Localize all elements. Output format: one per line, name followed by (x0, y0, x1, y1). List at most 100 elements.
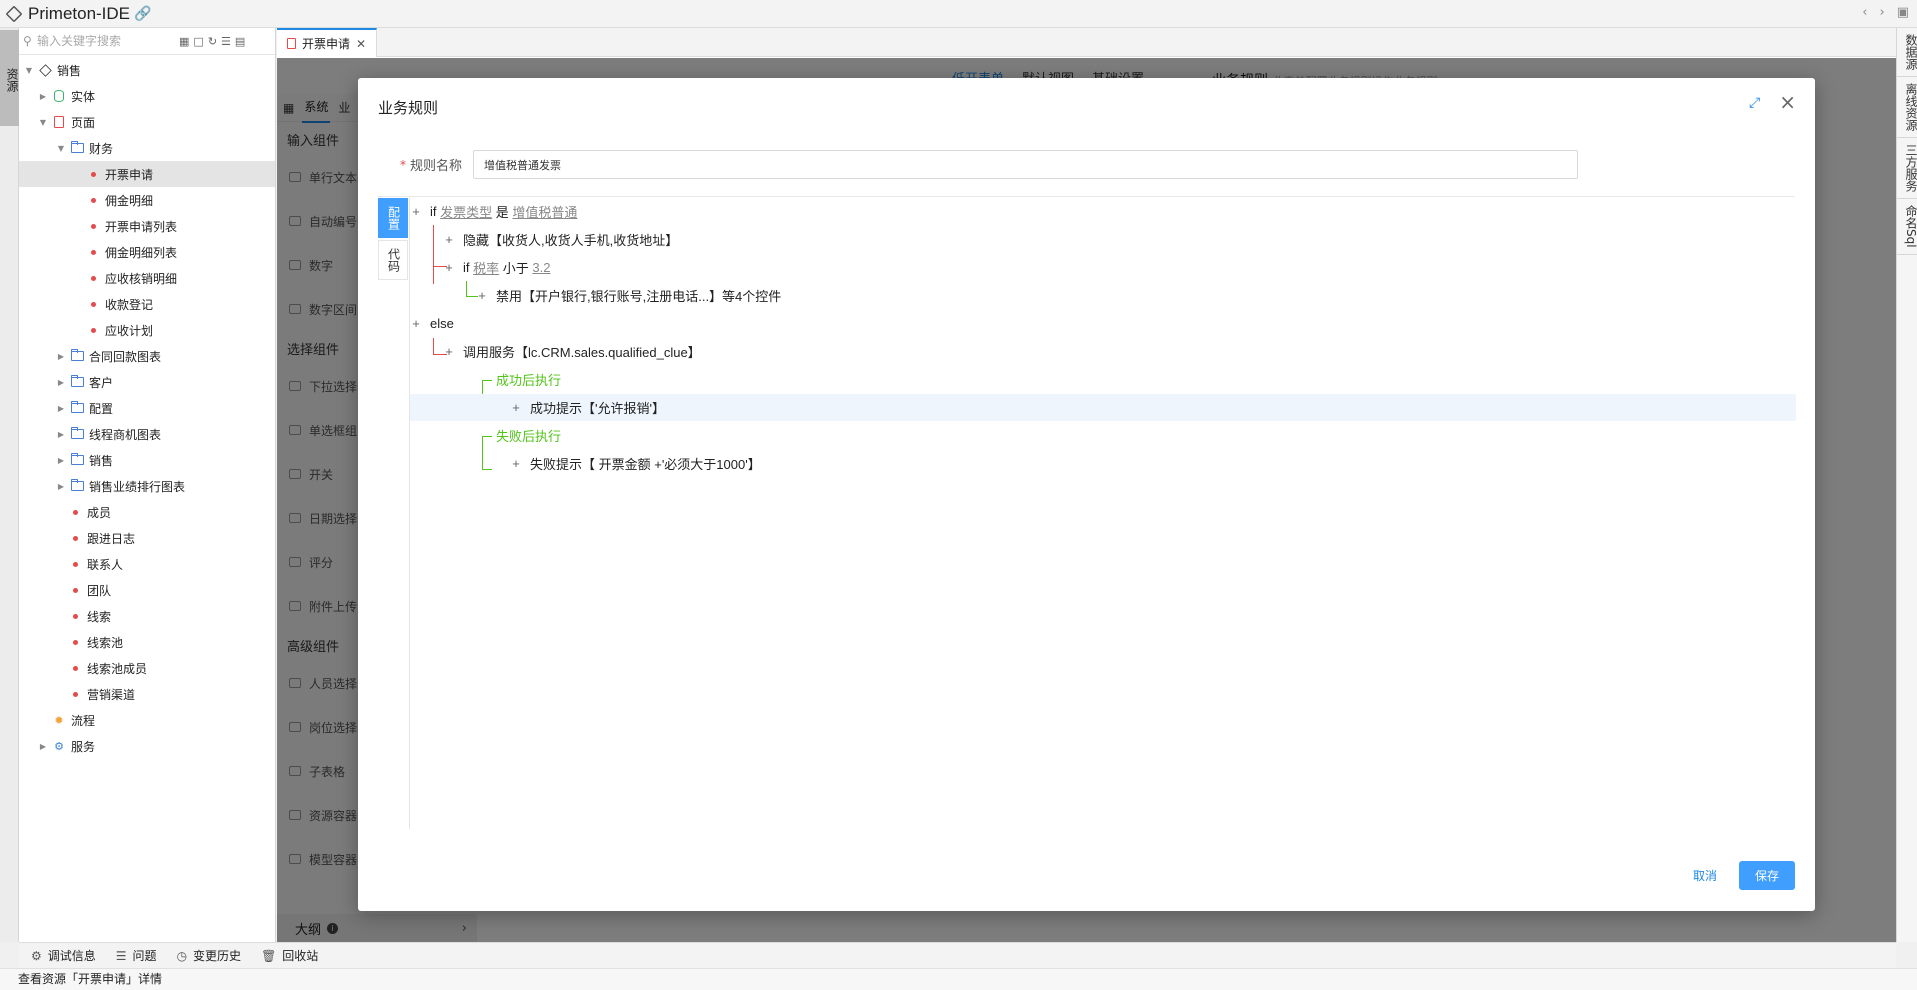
tree-node-page-item[interactable]: 联系人 (19, 551, 275, 577)
rule-if-line[interactable]: + if 税率 小于 3.2 (410, 254, 1796, 281)
tree-node-page-item[interactable]: 开票申请列表 (19, 213, 275, 239)
tree-node-entity[interactable]: ▶ 实体 (19, 83, 275, 109)
condition-value[interactable]: 增值税普通 (512, 202, 577, 221)
expanded-arrow-icon[interactable]: ▼ (37, 118, 49, 127)
collapsed-arrow-icon[interactable]: ▶ (55, 404, 67, 413)
condition-field[interactable]: 发票类型 (440, 202, 492, 221)
close-tab-icon[interactable]: ✕ (356, 37, 366, 51)
tree-node-label: 应收核销明细 (105, 271, 178, 286)
flow-icon: ✹ (54, 713, 64, 727)
folder-icon (70, 375, 84, 388)
tree-node-label: 团队 (87, 583, 112, 598)
add-icon[interactable]: + (510, 456, 522, 471)
keyword-else: else (430, 316, 454, 331)
tree-node-pages[interactable]: ▼ 页面 (19, 109, 275, 135)
tab-config[interactable]: 配置 (378, 198, 408, 238)
bottom-tab-problems[interactable]: ☰ 问题 (116, 947, 157, 964)
collapsed-arrow-icon[interactable]: ▶ (55, 482, 67, 491)
ai-icon[interactable]: ▦ (179, 35, 189, 48)
cube-icon[interactable]: □ (193, 35, 203, 48)
rule-action-line[interactable]: + 调用服务【lc.CRM.sales.qualified_clue】 (410, 338, 1796, 365)
add-icon[interactable]: + (443, 344, 455, 359)
tree-node-page-item[interactable]: 团队 (19, 577, 275, 603)
bottom-tab-recycle[interactable]: 🗑 回收站 (261, 947, 318, 964)
tree-node-folder[interactable]: ▶ 销售 (19, 447, 275, 473)
collapsed-arrow-icon[interactable]: ▶ (55, 352, 67, 361)
tree-node-page-item[interactable]: 开票申请 (19, 161, 275, 187)
refresh-icon[interactable]: ↻ (208, 35, 217, 48)
tree-node-page-item[interactable]: 应收计划 (19, 317, 275, 343)
expanded-arrow-icon[interactable]: ▼ (23, 66, 35, 75)
right-tab-offline[interactable]: 离线资源 (1897, 77, 1917, 138)
add-icon[interactable]: + (476, 288, 488, 303)
add-icon[interactable]: + (410, 204, 422, 219)
tree-node-page-item[interactable]: 收款登记 (19, 291, 275, 317)
rule-action-line[interactable]: + 失败提示【 开票金额 +'必须大于1000'】 (410, 450, 1796, 477)
collapsed-arrow-icon[interactable]: ▶ (55, 430, 67, 439)
rule-action-line[interactable]: + 成功提示【'允许报销'】 (410, 394, 1796, 421)
on-success-label: 成功后执行 (496, 373, 562, 388)
right-tab-thirdparty[interactable]: 三方服务 (1897, 138, 1917, 199)
tree-node-folder[interactable]: ▶ 合同回款图表 (19, 343, 275, 369)
tree-node-label: 跟进日志 (87, 531, 136, 546)
tree-node-finance[interactable]: ▼ 财务 (19, 135, 275, 161)
close-icon[interactable]: × (1779, 92, 1796, 112)
list-icon: ☰ (115, 948, 127, 963)
add-icon[interactable]: + (443, 260, 455, 275)
condition-field[interactable]: 税率 (473, 258, 499, 277)
resource-vertical-tab[interactable]: 资源 (0, 30, 19, 126)
tab-code[interactable]: 代码 (378, 240, 408, 280)
tree-node-page-item[interactable]: 佣金明细 (19, 187, 275, 213)
add-icon[interactable]: + (443, 232, 455, 247)
collapsed-arrow-icon[interactable]: ▶ (37, 92, 49, 101)
expanded-arrow-icon[interactable]: ▼ (55, 144, 67, 153)
collapsed-arrow-icon[interactable]: ▶ (55, 456, 67, 465)
right-tab-datasource[interactable]: 数据源 (1897, 28, 1917, 77)
tree-search-input[interactable] (37, 34, 177, 48)
page-dot-icon (73, 691, 78, 697)
rule-if-line[interactable]: + if 发票类型 是 增值税普通 (410, 198, 1796, 225)
tree-node-folder[interactable]: ▶ 客户 (19, 369, 275, 395)
tree-node-page-item[interactable]: 线索 (19, 603, 275, 629)
tree-node-label: 财务 (89, 141, 114, 156)
tree-node-page-item[interactable]: 应收核销明细 (19, 265, 275, 291)
tree-node-service[interactable]: ▶ ⚙ 服务 (19, 733, 275, 759)
rule-action-line[interactable]: + 禁用【开户银行,银行账号,注册电话...】等4个控件 (410, 282, 1796, 309)
rule-else-line[interactable]: + else (410, 310, 1796, 337)
cancel-button[interactable]: 取消 (1680, 861, 1730, 890)
tree-node-folder[interactable]: ▶ 销售业绩排行图表 (19, 473, 275, 499)
tree-node-page-item[interactable]: 成员 (19, 499, 275, 525)
list-icon[interactable]: ☰ (221, 35, 231, 48)
tree-node-page-item[interactable]: 线索池成员 (19, 655, 275, 681)
tree-node-root[interactable]: ▼ 销售 (19, 57, 275, 83)
forward-icon[interactable]: › (1880, 5, 1885, 20)
link-icon[interactable]: 🔗 (134, 6, 151, 22)
save-button[interactable]: 保存 (1739, 861, 1795, 890)
collapse-icon[interactable]: ▤ (235, 35, 245, 48)
fullscreen-icon[interactable]: ⤢ (1749, 96, 1763, 110)
condition-value[interactable]: 3.2 (532, 260, 550, 275)
right-tab-named-sql[interactable]: 命名Sql (1897, 199, 1917, 255)
bottom-tab-history[interactable]: ◷ 变更历史 (177, 947, 242, 964)
clock-icon: ◷ (176, 948, 188, 963)
tree-node-flow[interactable]: ✹ 流程 (19, 707, 275, 733)
tree-node-page-item[interactable]: 跟进日志 (19, 525, 275, 551)
bottom-tab-debug[interactable]: ⚙ 调试信息 (31, 947, 96, 964)
save-window-icon[interactable]: ▣ (1897, 5, 1909, 20)
condition-operator: 小于 (502, 261, 529, 276)
editor-tab[interactable]: 开票申请 ✕ (277, 28, 378, 57)
rule-action-line[interactable]: + 隐藏【收货人,收货人手机,收货地址】 (410, 226, 1796, 253)
add-icon[interactable]: + (410, 316, 422, 331)
tree-node-page-item[interactable]: 佣金明细列表 (19, 239, 275, 265)
collapsed-arrow-icon[interactable]: ▶ (55, 378, 67, 387)
tree-node-folder[interactable]: ▶ 配置 (19, 395, 275, 421)
tree-node-folder[interactable]: ▶ 线程商机图表 (19, 421, 275, 447)
add-icon[interactable]: + (510, 400, 522, 415)
tree-node-page-item[interactable]: 线索池 (19, 629, 275, 655)
tree-node-page-item[interactable]: 营销渠道 (19, 681, 275, 707)
resource-tree: ▼ 销售 ▶ 实体 ▼ 页面 ▼ 财务 开票申请 佣金明细 开票申请列表 佣金明… (19, 55, 275, 759)
back-icon[interactable]: ‹ (1862, 5, 1867, 20)
collapsed-arrow-icon[interactable]: ▶ (37, 742, 49, 751)
rule-name-input[interactable] (473, 150, 1579, 179)
gear-icon: ⚙ (54, 739, 64, 753)
